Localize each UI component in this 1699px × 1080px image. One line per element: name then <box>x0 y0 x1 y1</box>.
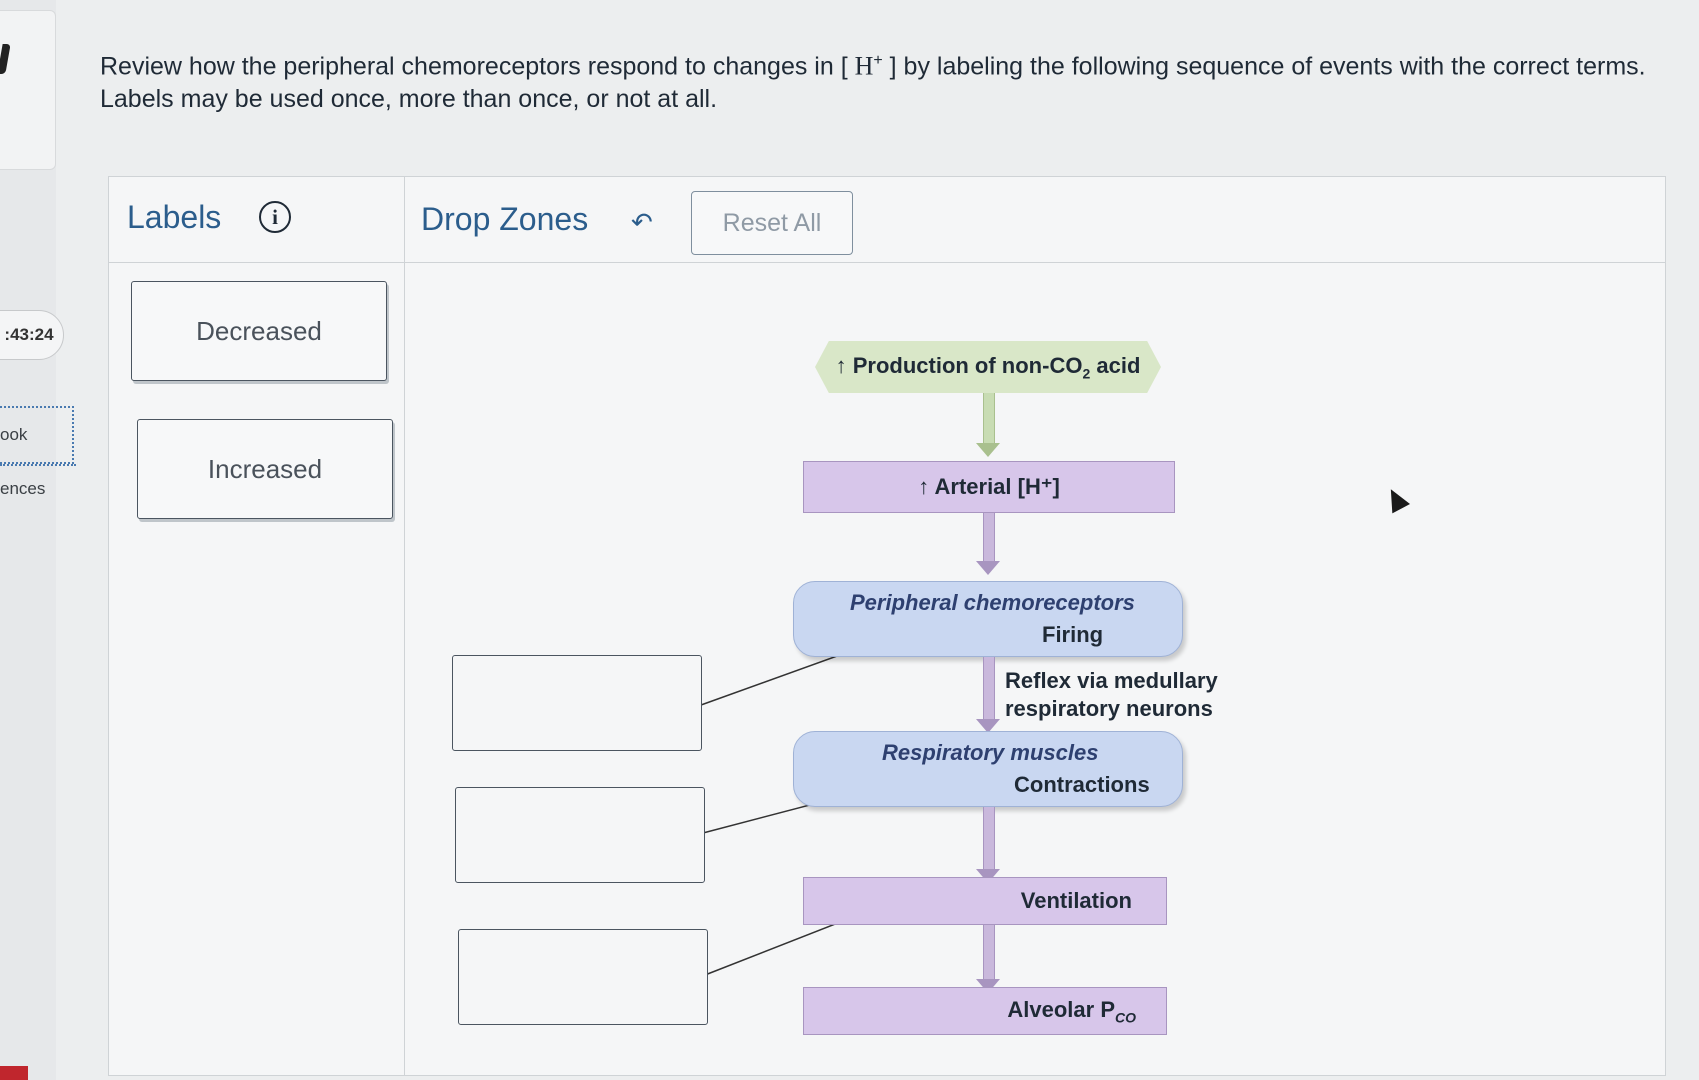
left-rail: :43:24 ook ences <box>0 0 76 1080</box>
flow-arrow <box>976 657 1000 733</box>
drop-zone-3[interactable] <box>458 929 708 1025</box>
references-link[interactable]: ences <box>0 466 74 512</box>
red-tab <box>0 1066 28 1080</box>
node-peripheral-chemoreceptors: Peripheral chemoreceptors Firing <box>793 581 1183 657</box>
flow-arrow <box>976 513 1000 575</box>
ion-charge: + <box>873 52 883 69</box>
timer-badge: :43:24 <box>0 310 64 360</box>
node-respiratory-muscles: Respiratory muscles Contractions <box>793 731 1183 807</box>
drop-zone-2[interactable] <box>455 787 705 883</box>
question-text-before: Review how the peripheral chemoreceptors… <box>100 52 855 81</box>
reflex-text: Reflex via medullary respiratory neurons <box>1005 668 1218 721</box>
up-arrow-icon: ↑ <box>835 352 847 378</box>
ebook-link[interactable]: ook <box>0 406 74 464</box>
ion-symbol: H <box>854 51 874 81</box>
label-decreased[interactable]: Decreased <box>131 281 387 381</box>
node-arterial-h: ↑ Arterial [H⁺] <box>803 461 1175 513</box>
node-alveolar-pco2: Alveolar PCO <box>803 987 1167 1035</box>
question-prompt: Review how the peripheral chemoreceptors… <box>100 44 1660 116</box>
flow-arrow <box>976 393 1000 457</box>
question-nav-card[interactable] <box>0 10 56 170</box>
drop-zone-1[interactable] <box>452 655 702 751</box>
labeling-panel: Labels i Drop Zones ↶ Reset All Decrease… <box>108 176 1666 1076</box>
reset-all-button[interactable]: Reset All <box>691 191 853 255</box>
node-ventilation: Ventilation <box>803 877 1167 925</box>
flow-arrow <box>976 925 1000 993</box>
drop-zones-title: Drop Zones <box>421 201 589 237</box>
node-production-acid: ↑ Production of non-CO2 acid <box>815 341 1161 393</box>
undo-icon[interactable]: ↶ <box>631 207 653 238</box>
label-increased[interactable]: Increased <box>137 419 393 519</box>
flow-arrow <box>976 807 1000 883</box>
